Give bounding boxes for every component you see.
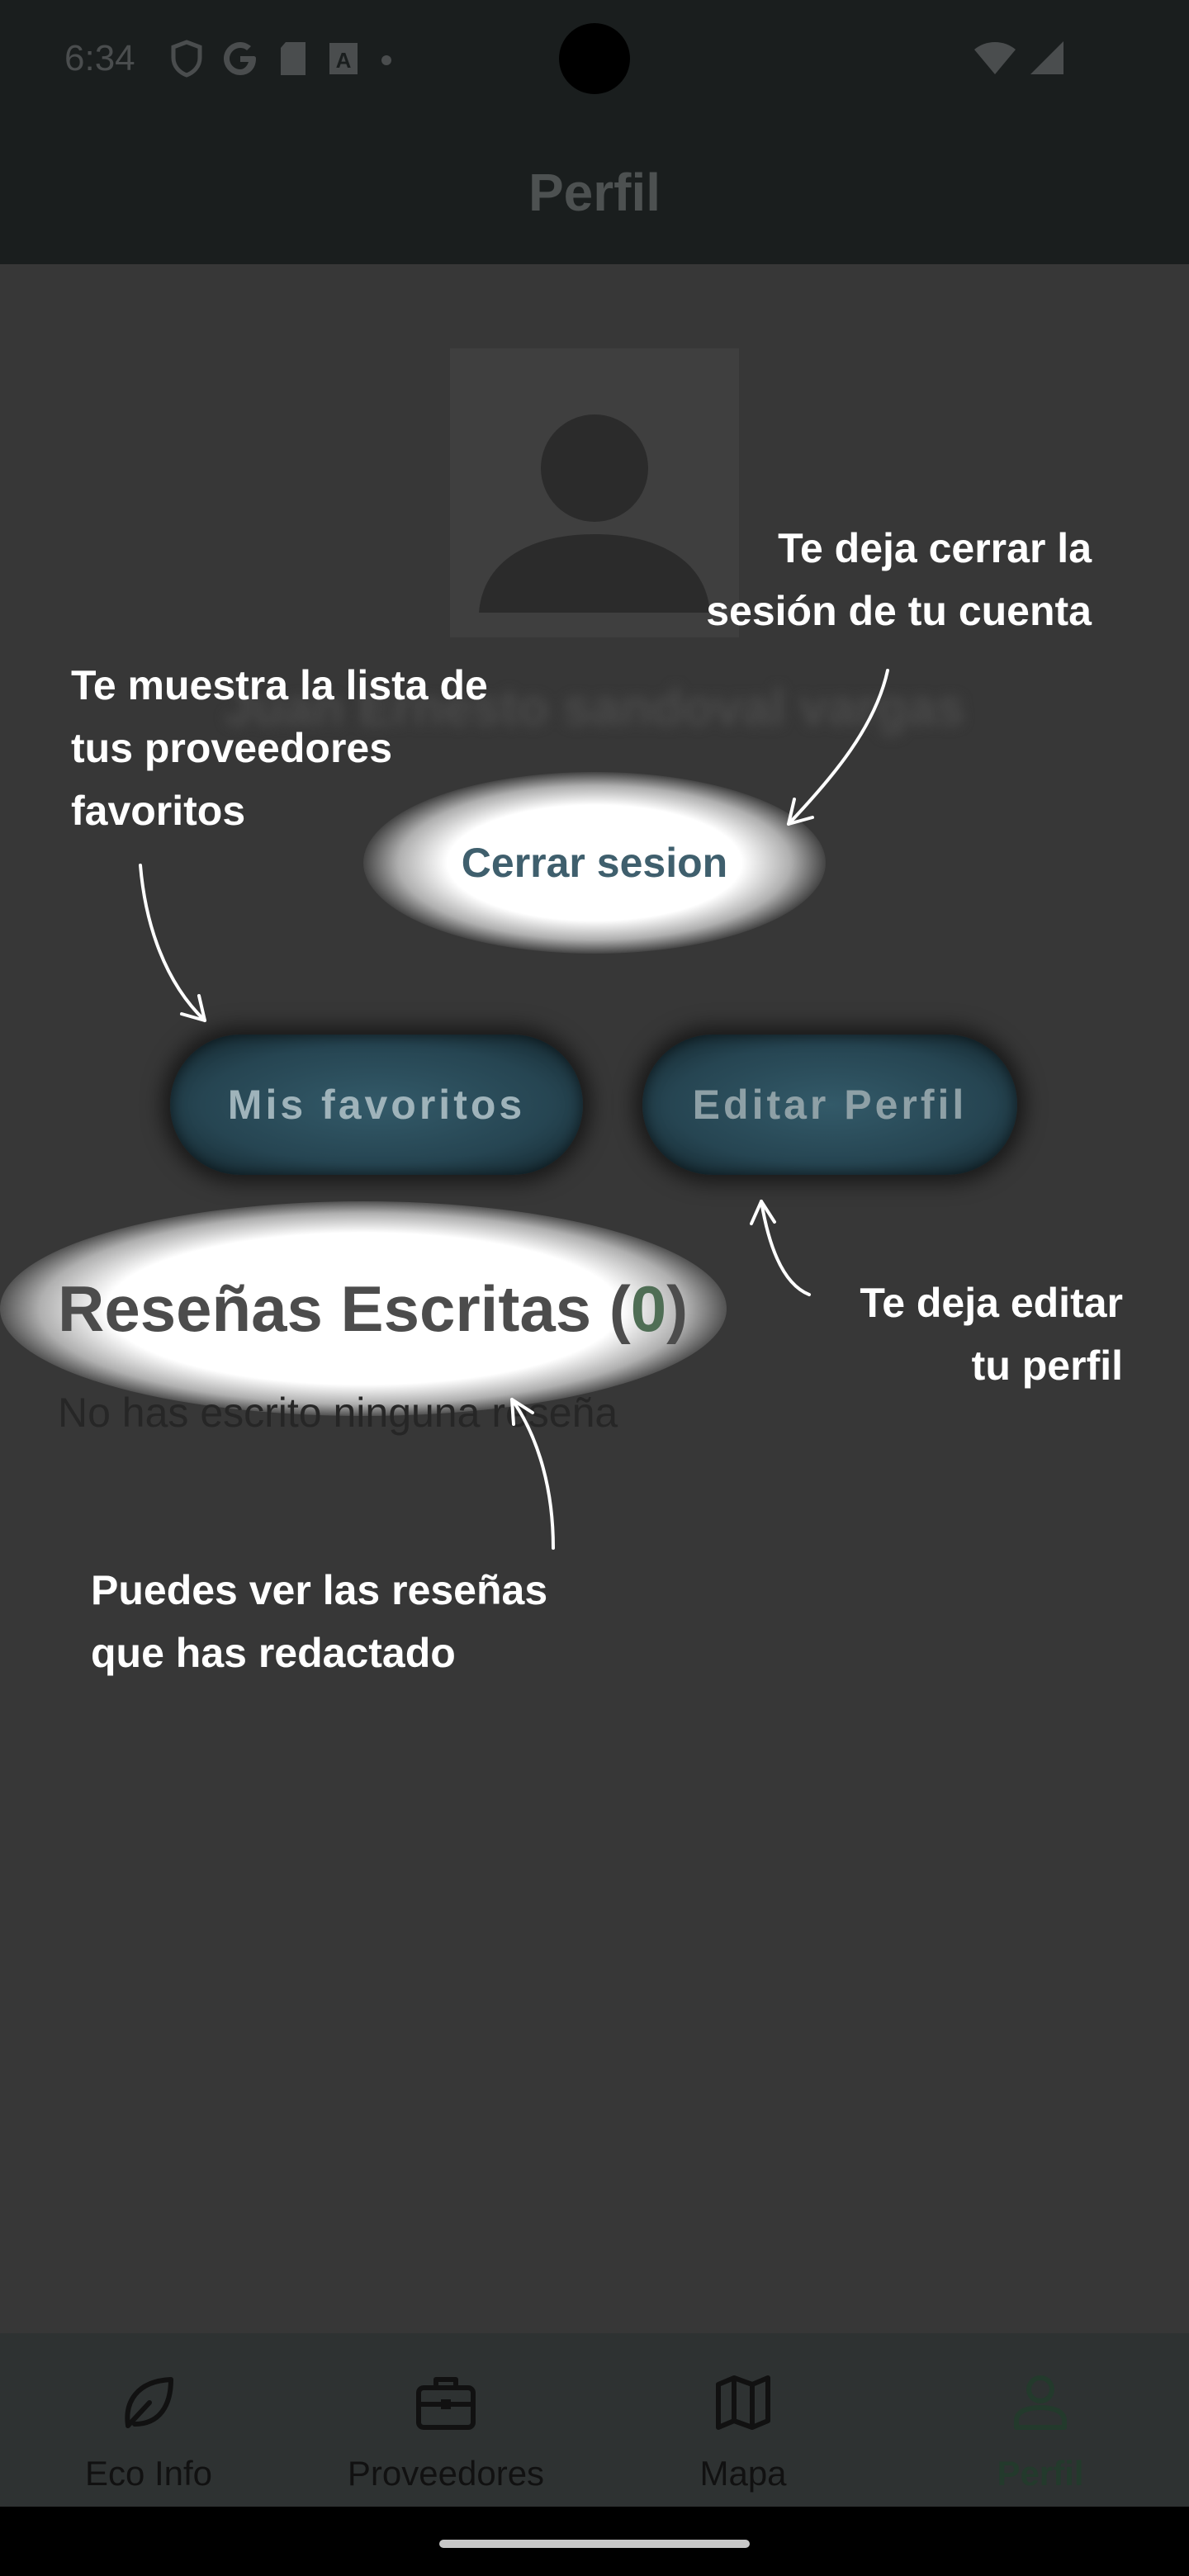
- nav-label: Proveedores: [347, 2454, 545, 2493]
- note-line: tu perfil: [971, 1342, 1123, 1389]
- arrowhead-favorites: [180, 994, 206, 1022]
- page-title: Perfil: [528, 163, 661, 222]
- nav-item-eco-info[interactable]: Eco Info: [0, 2333, 297, 2507]
- nav-item-proveedores[interactable]: Proveedores: [297, 2333, 594, 2507]
- tutorial-note-favorites: Te muestra la lista de tus proveedores f…: [71, 654, 488, 842]
- favorites-button[interactable]: Mis favoritos: [170, 1035, 583, 1175]
- gesture-handle[interactable]: [439, 2540, 750, 2548]
- tutorial-note-reviews: Puedes ver las reseñas que has redactado: [91, 1559, 547, 1684]
- person-icon: [1014, 2375, 1067, 2430]
- dot-icon: [381, 55, 391, 65]
- nav-item-perfil[interactable]: Perfil: [892, 2333, 1189, 2507]
- nav-label: Mapa: [699, 2454, 787, 2493]
- briefcase-icon: [416, 2377, 476, 2430]
- note-line: Te muestra la lista de: [71, 662, 488, 708]
- nav-label: Eco Info: [84, 2454, 213, 2493]
- svg-text:A: A: [336, 48, 352, 73]
- note-line: sesión de tu cuenta: [706, 588, 1092, 634]
- status-icons-left: A: [170, 40, 395, 78]
- status-icons-right: [973, 40, 1065, 76]
- bottom-nav: Eco Info Proveedores Mapa Perfil: [0, 2333, 1189, 2507]
- signal-icon: [1030, 41, 1063, 74]
- sd-card-icon: [281, 42, 306, 75]
- nav-item-mapa[interactable]: Mapa: [594, 2333, 892, 2507]
- google-icon: [224, 42, 256, 75]
- note-line: Te deja cerrar la: [778, 525, 1092, 571]
- note-line: Te deja editar: [860, 1280, 1123, 1326]
- camera-cutout: [559, 23, 630, 94]
- logout-button[interactable]: Cerrar sesion: [446, 834, 743, 892]
- map-icon: [716, 2375, 770, 2430]
- note-line: tus proveedores: [71, 725, 393, 771]
- wifi-icon: [974, 42, 1016, 74]
- font-icon: A: [329, 43, 358, 74]
- tutorial-note-logout: Te deja cerrar la sesión de tu cuenta: [706, 517, 1092, 642]
- arrow-favorites: [139, 864, 206, 1022]
- gesture-bar: [0, 2507, 1189, 2576]
- edit-profile-button[interactable]: Editar Perfil: [642, 1035, 1017, 1175]
- note-line: Puedes ver las reseñas: [91, 1567, 548, 1613]
- reviews-title: Reseñas Escritas (0): [58, 1271, 688, 1347]
- reviews-open-paren: (: [609, 1272, 631, 1345]
- note-line: que has redactado: [91, 1630, 456, 1676]
- note-line: favoritos: [71, 788, 246, 834]
- arrow-edit: [760, 1200, 811, 1296]
- status-time: 6:34: [64, 38, 135, 78]
- arrowhead-edit: [750, 1200, 776, 1225]
- avatar: [450, 348, 739, 637]
- reviews-title-text: Reseñas Escritas: [58, 1272, 592, 1345]
- nav-label: Perfil: [997, 2454, 1084, 2493]
- person-placeholder-icon: [479, 414, 710, 613]
- reviews-close-paren: ): [666, 1272, 689, 1345]
- leaf-icon: [125, 2377, 173, 2428]
- status-bar: 6:34 A: [0, 0, 1189, 124]
- no-reviews-text: No has escrito ninguna reseña: [58, 1390, 618, 1436]
- reviews-count: 0: [630, 1272, 667, 1345]
- tutorial-note-edit: Te deja editar tu perfil: [860, 1271, 1123, 1397]
- shield-icon: [171, 40, 202, 78]
